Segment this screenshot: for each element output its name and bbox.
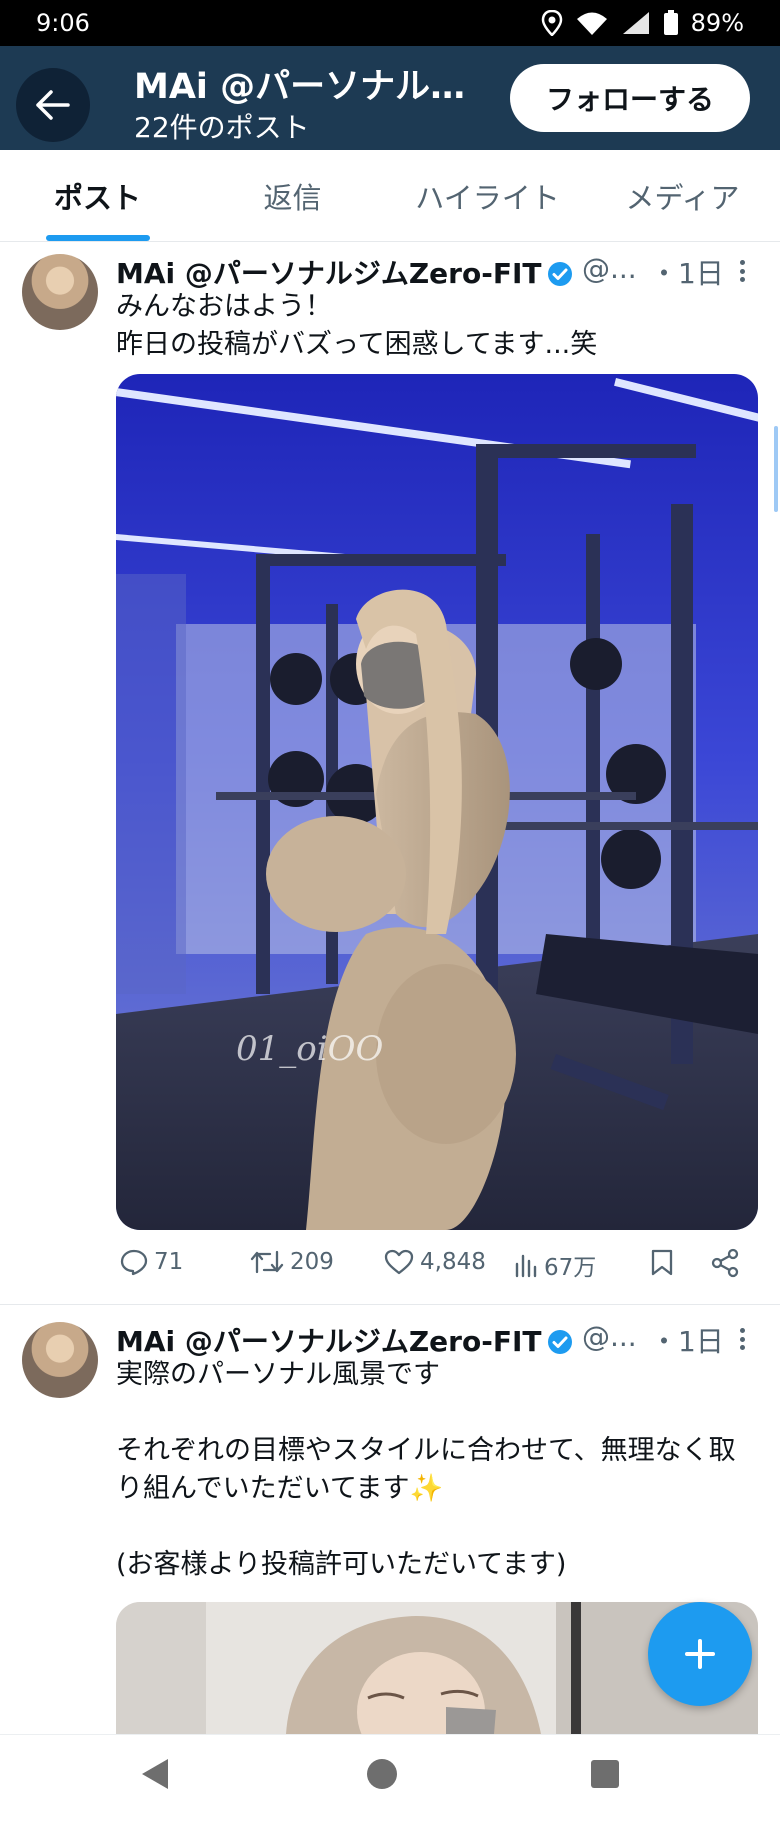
retweet-icon bbox=[250, 1250, 284, 1274]
like-button[interactable]: 4,848 bbox=[384, 1248, 486, 1276]
reply-count: 71 bbox=[154, 1249, 184, 1275]
circle-home-icon bbox=[367, 1759, 397, 1789]
nav-recents-button[interactable] bbox=[588, 1755, 622, 1797]
tweet-text: 実際のパーソナル風景です それぞれの目標やスタイルに合わせて、無理なく取り組んで… bbox=[116, 1359, 736, 1580]
verified-icon bbox=[548, 262, 573, 286]
views-button[interactable]: 67万 bbox=[514, 1248, 596, 1282]
retweet-button[interactable]: 209 bbox=[250, 1248, 334, 1276]
speech-bubble-icon bbox=[120, 1249, 148, 1276]
tab-media[interactable]: メディア bbox=[585, 150, 780, 241]
author-name: MAi @パーソナルジムZero-FIT bbox=[116, 1325, 542, 1358]
reply-button[interactable]: 71 bbox=[120, 1248, 183, 1276]
retweet-count: 209 bbox=[290, 1249, 334, 1275]
author-handle: @... bbox=[582, 252, 637, 285]
tweet-time: ・1日 bbox=[650, 257, 724, 290]
triangle-back-icon bbox=[142, 1759, 168, 1789]
header-title: MAi @パーソナル… bbox=[134, 67, 466, 107]
bookmark-button[interactable] bbox=[650, 1248, 674, 1276]
compose-button[interactable] bbox=[648, 1602, 752, 1706]
battery-level: 89% bbox=[690, 9, 744, 37]
author-name: MAi @パーソナルジムZero-FIT bbox=[116, 257, 542, 290]
signal-icon bbox=[622, 12, 649, 34]
avatar[interactable] bbox=[22, 1322, 98, 1398]
nav-home-button[interactable] bbox=[364, 1755, 400, 1797]
arrow-left-icon bbox=[36, 90, 70, 120]
bookmark-icon bbox=[651, 1249, 673, 1276]
tweet-time: ・1日 bbox=[650, 1325, 724, 1358]
follow-button[interactable]: フォローする bbox=[510, 64, 750, 132]
tweet[interactable]: MAi @パーソナルジムZero-FIT @... ・1日 みんなおはよう！ 昨… bbox=[0, 242, 780, 1304]
tweet-text: みんなおはよう！ 昨日の投稿がバズって困惑してます...笑 bbox=[116, 291, 598, 360]
view-count: 67万 bbox=[544, 1255, 597, 1281]
tweet-divider bbox=[0, 1304, 780, 1305]
tab-posts[interactable]: ポスト bbox=[0, 150, 195, 241]
profile-tabs: ポスト 返信 ハイライト メディア bbox=[0, 150, 780, 242]
like-count: 4,848 bbox=[420, 1249, 486, 1275]
nav-back-button[interactable] bbox=[138, 1755, 172, 1797]
status-icons: 89% bbox=[541, 9, 744, 37]
verified-icon bbox=[548, 1330, 573, 1354]
tab-replies[interactable]: 返信 bbox=[195, 150, 390, 241]
plus-icon bbox=[685, 1639, 715, 1669]
location-icon bbox=[541, 10, 562, 36]
share-button[interactable] bbox=[710, 1248, 740, 1278]
tweet-author[interactable]: MAi @パーソナルジムZero-FIT bbox=[116, 252, 573, 292]
system-nav-bar bbox=[0, 1734, 780, 1822]
gym-photo bbox=[116, 374, 758, 1230]
tab-highlights[interactable]: ハイライト bbox=[390, 150, 585, 241]
avatar[interactable] bbox=[22, 254, 98, 330]
tweet-author[interactable]: MAi @パーソナルジムZero-FIT bbox=[116, 1320, 573, 1360]
profile-header: MAi @パーソナル… 22件のポスト フォローする bbox=[0, 46, 780, 150]
status-time: 9:06 bbox=[36, 9, 90, 37]
post-count: 22件のポスト bbox=[134, 111, 310, 144]
tweet-media[interactable]: 01_oiOO bbox=[116, 374, 758, 1230]
media-watermark: 01_oiOO bbox=[236, 1029, 384, 1069]
status-bar: 9:06 89% bbox=[0, 0, 780, 46]
square-recents-icon bbox=[591, 1760, 619, 1788]
more-options-button[interactable] bbox=[732, 256, 752, 286]
heart-icon bbox=[384, 1249, 414, 1275]
back-button[interactable] bbox=[16, 68, 90, 142]
share-icon bbox=[711, 1248, 739, 1278]
bar-chart-icon bbox=[515, 1254, 537, 1278]
battery-icon bbox=[663, 10, 678, 35]
author-handle: @... bbox=[582, 1320, 637, 1353]
wifi-icon bbox=[576, 12, 607, 35]
tweet-actions: 71 209 4,848 67万 bbox=[116, 1248, 756, 1298]
more-options-button[interactable] bbox=[732, 1324, 752, 1354]
